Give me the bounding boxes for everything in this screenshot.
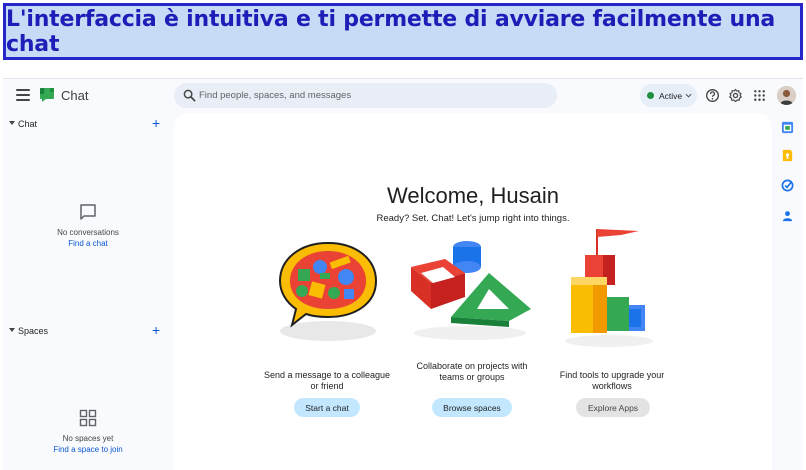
browse-spaces-button[interactable]: Browse spaces [432, 398, 512, 417]
find-space-link[interactable]: Find a space to join [3, 445, 173, 454]
no-conversations-text: No conversations [57, 228, 119, 237]
header-banner: L'interfaccia è intuitiva e ti permette … [3, 3, 803, 60]
new-space-plus-icon[interactable]: + [152, 323, 160, 337]
start-chat-button[interactable]: Start a chat [294, 398, 360, 417]
spaces-section-header[interactable]: Spaces + [3, 323, 173, 340]
spaces-empty-state: No spaces yet Find a space to join [3, 408, 173, 454]
spaces-grid-icon [79, 409, 97, 427]
feature-text: Collaborate on projects with teams or gr… [416, 361, 528, 382]
status-label: Active [659, 90, 683, 101]
top-bar: Chat Active [3, 79, 803, 113]
chat-empty-state: No conversations Find a chat [3, 202, 173, 248]
spaces-illustration-icon [411, 241, 531, 340]
left-sidebar: Chat + No conversations Find a chat Spac… [3, 113, 173, 470]
explore-apps-button[interactable]: Explore Apps [576, 398, 650, 417]
right-side-rail [772, 113, 803, 470]
app-title: Chat [61, 88, 89, 103]
settings-icon[interactable] [728, 88, 743, 103]
feature-explore-apps: Find tools to upgrade your workflows Exp… [547, 229, 677, 437]
menu-icon[interactable] [16, 89, 30, 101]
chat-section-header[interactable]: Chat + [3, 116, 173, 133]
caret-down-icon [9, 121, 15, 125]
find-chat-link[interactable]: Find a chat [3, 239, 173, 248]
apps-grid-icon[interactable] [752, 88, 767, 103]
contacts-icon[interactable] [781, 209, 794, 222]
status-selector[interactable]: Active [640, 84, 697, 107]
tasks-icon[interactable] [781, 179, 794, 192]
avatar[interactable] [777, 86, 796, 105]
calendar-icon[interactable] [781, 121, 794, 134]
chat-app-window: Chat Active [3, 78, 803, 470]
status-dot [647, 92, 654, 99]
feature-browse-spaces: Collaborate on projects with teams or gr… [407, 237, 537, 437]
spaces-section-label: Spaces [18, 326, 49, 336]
welcome-subtitle: Ready? Set. Chat! Let's jump right into … [376, 213, 570, 224]
search-bar[interactable] [174, 83, 557, 108]
feature-start-chat: Send a message to a colleague or friend … [262, 237, 392, 437]
no-spaces-text: No spaces yet [62, 434, 114, 443]
feature-text: Find tools to upgrade your workflows [559, 370, 665, 391]
new-chat-plus-icon[interactable]: + [152, 116, 160, 130]
banner-text: L'interfaccia è intuitiva e ti permette … [6, 6, 776, 57]
chat-illustration-icon [278, 241, 378, 341]
caret-down-icon [9, 328, 15, 332]
feature-text: Send a message to a colleague or friend [263, 370, 391, 391]
welcome-panel: Welcome, Husain Ready? Set. Chat! Let's … [174, 113, 772, 470]
help-icon[interactable] [705, 88, 720, 103]
apps-illustration-icon [565, 229, 653, 347]
chat-section-label: Chat [18, 119, 38, 129]
welcome-title: Welcome, Husain [387, 183, 559, 208]
chat-logo-icon [40, 88, 54, 102]
search-input[interactable] [199, 83, 549, 108]
chevron-down-icon [685, 93, 692, 98]
chat-bubble-icon [80, 204, 96, 220]
search-icon[interactable] [183, 89, 196, 102]
keep-icon[interactable] [781, 149, 794, 162]
